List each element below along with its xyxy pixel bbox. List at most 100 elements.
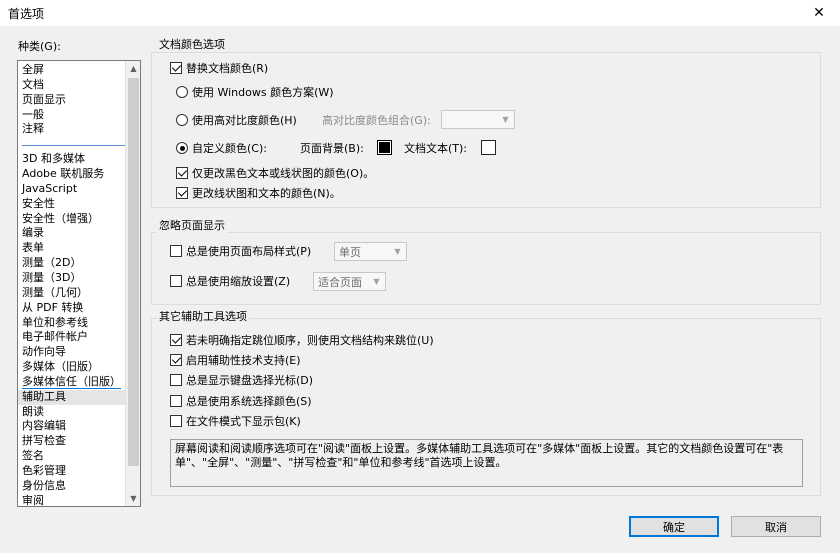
category-item[interactable]: 多媒体信任（旧版） (18, 374, 126, 390)
categories-scrollbar[interactable]: ▲ ▼ (125, 61, 140, 506)
category-item-label: 电子邮件帐户 (22, 330, 88, 344)
custom-colors-radio[interactable] (176, 142, 188, 154)
category-item[interactable]: 签名 (18, 449, 126, 464)
scroll-up-icon[interactable]: ▲ (126, 61, 140, 76)
zoom-row[interactable]: 总是使用缩放设置(Z) (170, 273, 290, 289)
category-item[interactable]: 审阅 (18, 493, 126, 507)
category-item[interactable]: 动作向导 (18, 345, 126, 360)
category-separator (18, 137, 126, 152)
category-item-label: 测量（2D） (22, 256, 82, 270)
category-item-label: 编录 (22, 226, 44, 240)
zoom-label: 总是使用缩放设置(Z) (186, 275, 291, 288)
category-item[interactable]: 编录 (18, 226, 126, 241)
scroll-thumb[interactable] (128, 78, 139, 466)
windows-scheme-row[interactable]: 使用 Windows 颜色方案(W) (176, 84, 334, 100)
ok-button[interactable]: 确定 (629, 516, 719, 537)
high-contrast-combo[interactable]: ▼ (441, 110, 515, 129)
only-black-row[interactable]: 仅更改黑色文本或线状图的颜色(O)。 (176, 165, 374, 181)
category-item[interactable]: 全屏 (18, 63, 126, 78)
page-bg-swatch[interactable] (377, 140, 392, 155)
category-item-label: 身份信息 (22, 478, 66, 492)
category-item[interactable]: 安全性（增强） (18, 212, 126, 227)
only-black-checkbox[interactable] (176, 167, 188, 179)
category-item[interactable]: 3D 和多媒体 (18, 152, 126, 167)
cancel-button[interactable]: 取消 (731, 516, 821, 537)
high-contrast-radio[interactable] (176, 114, 188, 126)
category-item[interactable]: 安全性 (18, 197, 126, 212)
category-item[interactable]: 内容编辑 (18, 419, 126, 434)
other-option-row[interactable]: 启用辅助性技术支持(E) (170, 352, 301, 368)
category-item[interactable]: 注释 (18, 122, 126, 137)
doc-colors-title: 文档颜色选项 (157, 38, 227, 52)
categories-list[interactable]: 全屏 文档 页面显示 一般 注释 3D 和多媒体 Adobe 联机服务 JavaScript 安… (17, 60, 141, 507)
other-option-row[interactable]: 总是使用系统选择颜色(S) (170, 393, 312, 409)
change-line-label: 更改线状图和文本的颜色(N)。 (192, 187, 341, 200)
categories-label: 种类(G): (18, 40, 61, 53)
category-item[interactable]: 拼写检查 (18, 434, 126, 449)
override-title: 忽略页面显示 (157, 219, 227, 233)
other-option-label: 在文件模式下显示包(K) (186, 415, 301, 428)
other-option-label: 总是显示键盘选择光标(D) (186, 374, 314, 387)
category-item[interactable]: 朗读 (18, 405, 126, 420)
category-item[interactable]: 色彩管理 (18, 464, 126, 479)
info-text: 屏幕阅读和阅读顺序选项可在"阅读"面板上设置。多媒体辅助工具选项可在"多媒体"面… (175, 442, 784, 469)
category-item[interactable]: 单位和参考线 (18, 316, 126, 331)
other-option-row[interactable]: 总是显示键盘选择光标(D) (170, 372, 313, 388)
category-item[interactable]: Adobe 联机服务 (18, 167, 126, 182)
layout-combo-value: 单页 (339, 245, 361, 259)
category-item-label: 3D 和多媒体 (22, 152, 85, 166)
zoom-checkbox[interactable] (170, 275, 182, 287)
close-button[interactable]: ✕ (798, 0, 840, 26)
high-contrast-row[interactable]: 使用高对比度颜色(H) (176, 112, 297, 128)
zoom-combo[interactable]: 适合页面 ▼ (313, 272, 386, 291)
layout-checkbox[interactable] (170, 245, 182, 257)
other-option-row[interactable]: 在文件模式下显示包(K) (170, 413, 301, 429)
category-item[interactable]: 测量（几何） (18, 286, 126, 301)
change-line-row[interactable]: 更改线状图和文本的颜色(N)。 (176, 185, 341, 201)
title-bar: 首选项 ✕ (0, 0, 840, 26)
layout-label: 总是使用页面布局样式(P) (186, 245, 312, 258)
other-option-checkbox[interactable] (170, 395, 182, 407)
category-item-label: 审阅 (22, 493, 44, 507)
other-option-label: 若未明确指定跳位顺序，则使用文档结构来跳位(U) (186, 334, 434, 347)
custom-colors-row[interactable]: 自定义颜色(C): (176, 140, 267, 156)
chevron-down-icon: ▼ (373, 277, 380, 286)
category-item[interactable]: 电子邮件帐户 (18, 330, 126, 345)
category-item[interactable]: 一般 (18, 108, 126, 123)
replace-colors-checkbox[interactable] (170, 62, 182, 74)
other-option-row[interactable]: 若未明确指定跳位顺序，则使用文档结构来跳位(U) (170, 332, 434, 348)
category-item-label: Adobe 联机服务 (22, 167, 105, 181)
page-bg-label: 页面背景(B): (300, 142, 364, 155)
other-option-checkbox[interactable] (170, 415, 182, 427)
doc-text-swatch[interactable] (481, 140, 496, 155)
category-item-label: JavaScript (22, 181, 78, 195)
other-option-label: 总是使用系统选择颜色(S) (186, 395, 312, 408)
zoom-combo-value: 适合页面 (318, 275, 362, 289)
category-item-label: 动作向导 (22, 345, 66, 359)
doc-text-label: 文档文本(T): (404, 142, 468, 155)
category-item-label: 多媒体（旧版） (22, 360, 99, 374)
scroll-down-icon[interactable]: ▼ (126, 491, 140, 506)
replace-colors-row[interactable]: 替换文档颜色(R) (170, 60, 268, 76)
category-item[interactable]: 从 PDF 转换 (18, 301, 126, 316)
category-item[interactable]: 页面显示 (18, 93, 126, 108)
layout-row[interactable]: 总是使用页面布局样式(P) (170, 243, 311, 259)
category-item[interactable]: 多媒体（旧版） (18, 360, 126, 375)
other-option-checkbox[interactable] (170, 374, 182, 386)
windows-scheme-label: 使用 Windows 颜色方案(W) (192, 86, 334, 99)
category-item[interactable]: JavaScript (18, 182, 126, 197)
category-item[interactable]: 文档 (18, 78, 126, 93)
custom-colors-label: 自定义颜色(C): (192, 142, 267, 155)
other-option-checkbox[interactable] (170, 354, 182, 366)
high-contrast-combo-label: 高对比度颜色组合(G): (322, 114, 431, 127)
category-item-label: 表单 (22, 241, 44, 255)
other-option-checkbox[interactable] (170, 334, 182, 346)
layout-combo[interactable]: 单页 ▼ (334, 242, 407, 261)
category-item[interactable]: 测量（2D） (18, 256, 126, 271)
windows-scheme-radio[interactable] (176, 86, 188, 98)
category-item[interactable]: 身份信息 (18, 479, 126, 494)
category-item[interactable]: 测量（3D） (18, 271, 126, 286)
change-line-checkbox[interactable] (176, 187, 188, 199)
category-item[interactable]: 辅助工具 (18, 389, 126, 405)
category-item[interactable]: 表单 (18, 241, 126, 256)
